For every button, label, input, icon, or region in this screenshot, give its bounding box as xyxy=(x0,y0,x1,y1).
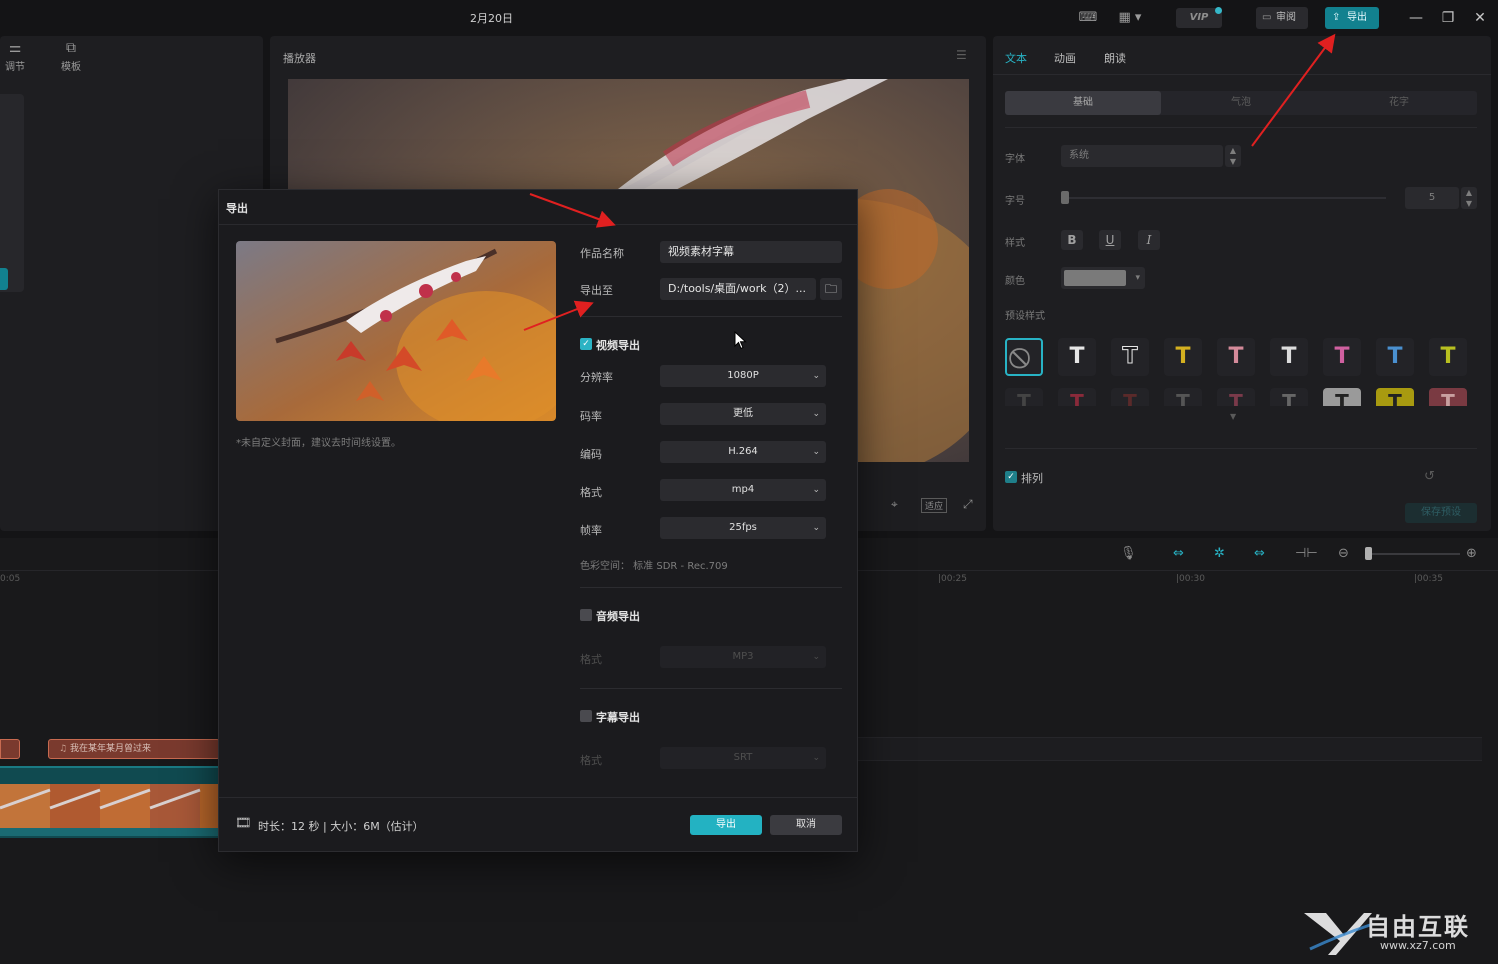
arrow-to-dialog-title xyxy=(529,193,616,228)
watermark-url: www.xz7.com xyxy=(1380,939,1456,952)
arrow-to-export-button xyxy=(1251,33,1336,147)
arrow-to-export-path xyxy=(523,300,594,331)
annotation-arrows xyxy=(523,33,1336,331)
watermark-logo: 自由互联 www.xz7.com xyxy=(1300,905,1490,962)
watermark-text: 自由互联 xyxy=(1366,913,1470,941)
